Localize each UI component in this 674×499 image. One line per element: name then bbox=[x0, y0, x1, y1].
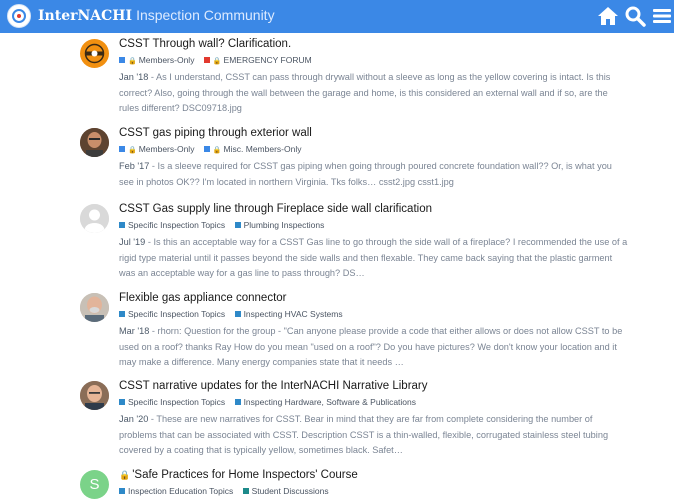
top-header: InterNACHI Inspection Community bbox=[0, 0, 674, 33]
category-badge[interactable]: 🔒 EMERGENCY FORUM bbox=[203, 55, 312, 65]
topic-title[interactable]: CSST Gas supply line through Fireplace s… bbox=[119, 203, 432, 215]
category-color-square bbox=[242, 488, 249, 494]
category-badge[interactable]: Inspecting Hardware, Software & Publicat… bbox=[234, 397, 416, 407]
category-badge[interactable]: 🔒 Members-Only bbox=[119, 55, 194, 65]
lock-icon: 🔒 bbox=[128, 58, 137, 65]
topic-date: Jul '19 bbox=[119, 237, 146, 247]
search-icon[interactable] bbox=[624, 5, 646, 27]
topic-title[interactable]: CSST Through wall? Clarification. bbox=[119, 38, 291, 50]
topic-title[interactable]: 🔒 'Safe Practices for Home Inspectors' Co… bbox=[119, 469, 358, 481]
category-color-square bbox=[119, 57, 125, 63]
site-title[interactable]: InterNACHI Inspection Community bbox=[38, 7, 275, 24]
category-color-square bbox=[234, 222, 241, 228]
category-badge[interactable]: Inspecting HVAC Systems bbox=[234, 309, 343, 319]
category-badge[interactable]: 🔒 Members-Only bbox=[119, 144, 194, 154]
lock-icon: 🔒 bbox=[119, 470, 131, 480]
topic-excerpt: Jan '20 - These are new narratives for C… bbox=[119, 414, 609, 455]
home-icon[interactable] bbox=[597, 5, 619, 27]
topic-title[interactable]: CSST narrative updates for the InterNACH… bbox=[119, 380, 428, 392]
category-badge[interactable]: Specific Inspection Topics bbox=[119, 309, 225, 319]
default-avatar[interactable] bbox=[80, 204, 109, 233]
lock-icon: 🔒 bbox=[128, 147, 137, 154]
category-badge[interactable]: 🔒 Misc. Members-Only bbox=[203, 144, 301, 154]
brand-name: InterNACHI bbox=[38, 8, 133, 24]
hamburger-menu-icon[interactable] bbox=[651, 5, 673, 27]
topic-title[interactable]: Flexible gas appliance connector bbox=[119, 292, 287, 304]
topic-categories: Specific Inspection Topics Inspecting Ha… bbox=[119, 397, 423, 407]
letter-avatar[interactable]: S bbox=[80, 470, 109, 499]
topic-date: Jan '20 bbox=[119, 414, 149, 424]
topic-categories: 🔒 Members-Only 🔒 EMERGENCY FORUM bbox=[119, 55, 319, 65]
user-photo-avatar[interactable] bbox=[80, 381, 109, 410]
topic-categories: Inspection Education Topics Student Disc… bbox=[119, 486, 336, 496]
category-color-square bbox=[234, 399, 241, 405]
category-color-square bbox=[203, 57, 210, 63]
topic-categories: Specific Inspection Topics Plumbing Insp… bbox=[119, 220, 331, 230]
category-badge[interactable]: Specific Inspection Topics bbox=[119, 220, 225, 230]
category-color-square bbox=[119, 311, 125, 317]
category-color-square bbox=[119, 488, 125, 494]
avatar-letter: S bbox=[89, 476, 100, 493]
category-color-square bbox=[203, 146, 210, 152]
category-color-square bbox=[234, 311, 241, 317]
topic-excerpt: Mar '18 - rhorn: Question for the group … bbox=[119, 326, 623, 367]
category-badge[interactable]: Plumbing Inspections bbox=[234, 220, 324, 230]
category-color-square bbox=[119, 146, 125, 152]
lock-icon: 🔒 bbox=[212, 58, 222, 65]
category-badge[interactable]: Inspection Education Topics bbox=[119, 486, 233, 496]
brand-subtitle: Inspection Community bbox=[136, 7, 275, 23]
user-photo-avatar[interactable] bbox=[80, 128, 109, 157]
topic-date: Feb '17 bbox=[119, 161, 150, 171]
topic-date: Mar '18 bbox=[119, 326, 150, 336]
topic-categories: Specific Inspection Topics Inspecting HV… bbox=[119, 309, 350, 319]
lock-icon: 🔒 bbox=[212, 147, 222, 154]
category-color-square bbox=[119, 222, 125, 228]
orange-logo-avatar[interactable] bbox=[80, 39, 109, 68]
category-badge[interactable]: Specific Inspection Topics bbox=[119, 397, 225, 407]
topic-date: Jan '18 bbox=[119, 72, 149, 82]
topic-excerpt: Jan '18 - As I understand, CSST can pass… bbox=[119, 72, 611, 113]
topic-excerpt: Feb '17 - Is a sleeve required for CSST … bbox=[119, 161, 612, 187]
topic-title[interactable]: CSST gas piping through exterior wall bbox=[119, 127, 312, 139]
category-color-square bbox=[119, 399, 125, 405]
topic-categories: 🔒 Members-Only 🔒 Misc. Members-Only bbox=[119, 144, 308, 154]
topic-excerpt: Jul '19 - Is this an acceptable way for … bbox=[119, 237, 628, 278]
category-badge[interactable]: Student Discussions bbox=[242, 486, 329, 496]
internachi-logo[interactable] bbox=[7, 4, 31, 28]
user-photo-avatar[interactable] bbox=[80, 293, 109, 322]
